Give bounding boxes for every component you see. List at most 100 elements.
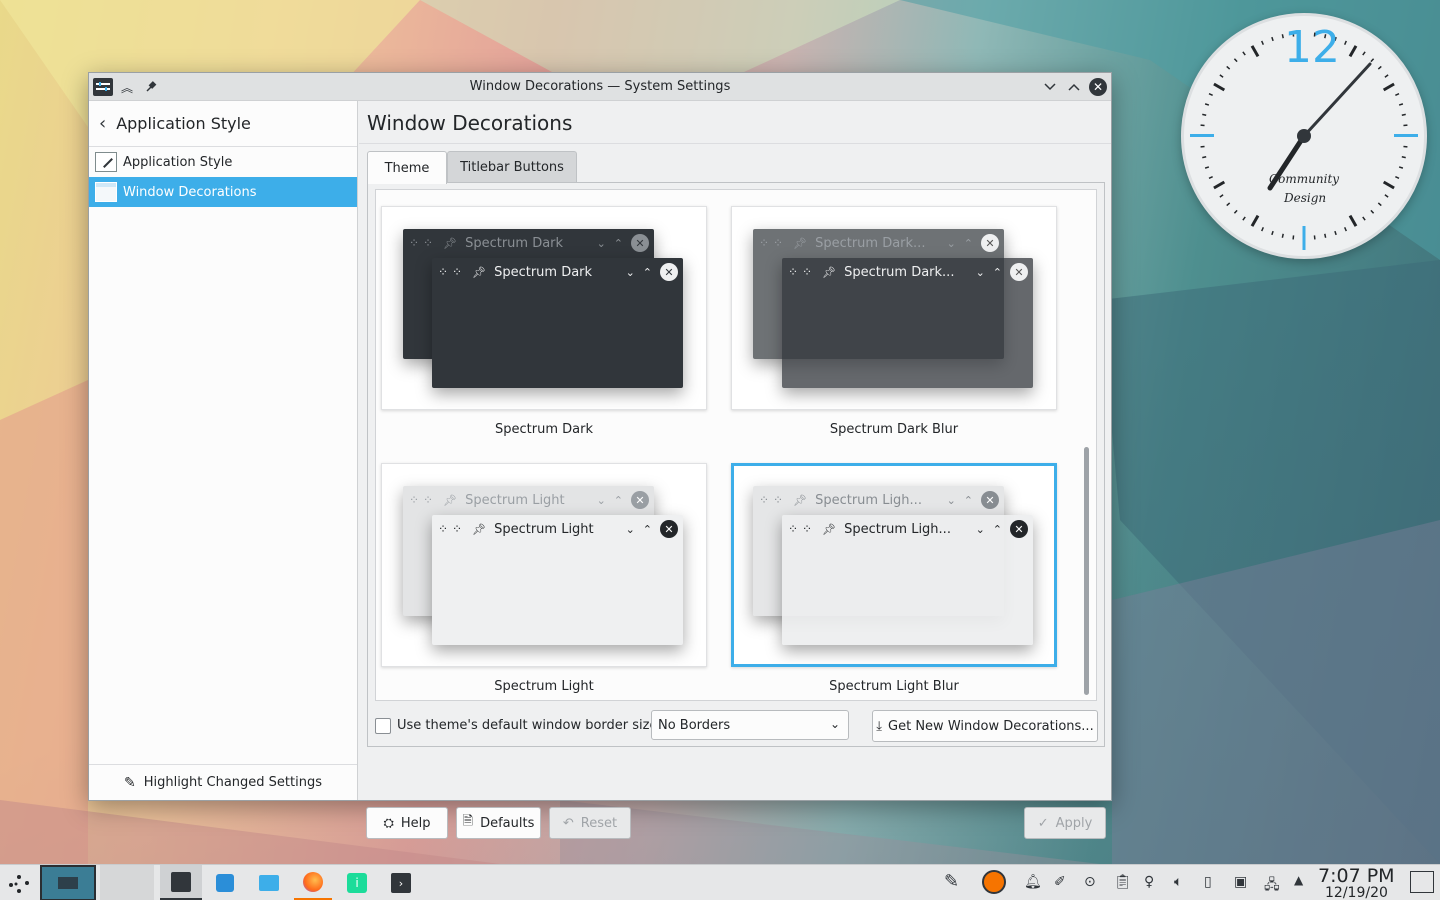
pager-desktop-2[interactable] [100,865,154,900]
sidebar-item-label: Application Style [123,154,233,170]
clock-tick [1219,194,1224,198]
theme-tab-panel: ⁘⁘ 📌︎ Spectrum Dark ⌄ ⌃ ✕ ⁘⁘ 📌︎ Spectrum Dark … [367,182,1105,747]
check-icon: ✓ [1037,815,1049,831]
theme-name: Spectrum Dark Blur [829,422,959,437]
clock-tick [1250,214,1260,227]
apply-label: Apply [1055,815,1093,831]
taskbar-system-settings[interactable] [160,865,202,900]
defaults-label: Defaults [480,815,535,831]
theme-card-spectrum-dark-blur[interactable]: ⁘⁘ 📌︎ Spectrum Dark... ⌄ ⌃ ✕ ⁘⁘ 📌︎ Spectrum Da… [731,206,1057,437]
clock-tick [1377,65,1382,70]
clock-tick [1271,36,1274,42]
maximize-button[interactable] [1064,77,1084,97]
taskbar: i › ✎ 🔔︎ ✐ ⊙ 📋︎ ♀ 🔈︎ ▯ ▣ 🖧︎ ▲ 7:07 PM 12… [0,864,1440,900]
clock-tick [1204,103,1210,106]
clock-tick [1233,209,1238,214]
analog-clock-widget[interactable]: 12 Community Design [1181,13,1427,259]
expand-tray-icon[interactable]: ▲ [1294,873,1303,887]
clock-brand-line1: Community [1269,172,1340,186]
theme-name: Spectrum Dark [495,422,593,437]
window-titlebar[interactable]: ︽ Window Decorations — System Settings ✕ [89,73,1111,101]
color-picker-icon[interactable]: ✎ [944,871,959,892]
app-launcher-icon[interactable] [4,865,34,900]
window-title: Window Decorations — System Settings [469,79,731,94]
highlighter-icon: ✎ [123,774,136,791]
preview-title: Spectrum Ligh... [815,492,922,508]
settings-sidebar: ‹ Application Style Application Style Wi… [89,101,358,800]
battery-icon[interactable]: ▯ [1204,874,1212,890]
clock-tick [1261,40,1265,45]
theme-card-spectrum-dark[interactable]: ⁘⁘ 📌︎ Spectrum Dark ⌄ ⌃ ✕ ⁘⁘ 📌︎ Spectrum Dark … [381,206,707,437]
status-orange-icon[interactable] [982,870,1006,894]
network-icon[interactable]: 🖧︎ [1264,874,1280,898]
border-options-row: Use theme's default window border size N… [375,710,1098,742]
divider [359,143,1111,144]
clock-tick [1401,113,1406,116]
clock-tick [1384,74,1389,78]
clock-tick [1382,180,1395,190]
default-border-checkbox[interactable] [375,718,391,734]
taskbar-info-center[interactable]: i [338,865,376,900]
clock-tick [1213,180,1226,190]
sidebar-item-application-style[interactable]: Application Style [89,147,357,177]
theme-card-spectrum-light[interactable]: ⁘⁘ 📌︎ Spectrum Light ⌄ ⌃ ✕ ⁘⁘ 📌︎ Spectrum Ligh… [381,463,707,694]
device-notifier-icon[interactable]: ▣ [1234,874,1247,890]
updates-icon[interactable]: ⊙ [1084,874,1096,890]
clock-tick [1370,58,1375,63]
apply-button[interactable]: ✓ Apply [1024,807,1106,839]
volume-icon[interactable]: 🔈︎ [1174,874,1182,890]
taskbar-discover[interactable] [206,865,244,900]
preview-title: Spectrum Ligh... [844,521,951,537]
taskbar-dolphin[interactable] [250,865,288,900]
defaults-button[interactable]: 🗎︎ Defaults [456,807,541,839]
clock-tick [1202,113,1207,116]
border-size-select[interactable]: No Borders ⌄ [651,710,849,740]
theme-grid-scrollbar[interactable] [1084,447,1089,695]
clock-tick [1219,74,1224,78]
clock-tick [1377,202,1382,207]
minimize-button[interactable] [1040,77,1060,97]
reset-button[interactable]: ↶ Reset [549,807,631,839]
clock-brand-line2: Design [1284,191,1327,205]
get-new-decorations-button[interactable]: ⤓ Get New Window Decorations... [872,710,1098,742]
default-border-checkbox-label[interactable]: Use theme's default window border size [397,718,657,733]
sidebar-back-header[interactable]: ‹ Application Style [89,101,357,147]
tab-theme[interactable]: Theme [367,151,447,184]
pager-desktop-1[interactable] [40,865,96,900]
taskbar-konsole[interactable]: › [382,865,420,900]
preview-title: Spectrum Dark... [815,235,926,251]
help-button[interactable]: ⛭ Help [366,807,448,839]
preview-title: Spectrum Dark... [844,264,955,280]
theme-grid: ⁘⁘ 📌︎ Spectrum Dark ⌄ ⌃ ✕ ⁘⁘ 📌︎ Spectrum Dark … [375,189,1097,701]
chevron-left-icon[interactable]: ‹ [99,113,106,134]
clock-tick [1208,93,1213,97]
clock-tick [1208,175,1213,179]
sidebar-item-window-decorations[interactable]: Window Decorations [89,177,357,207]
clock-tick [1202,156,1207,159]
clock-tick [1250,45,1260,58]
notifications-icon[interactable]: 🔔︎ [1024,874,1042,890]
clipboard-icon[interactable]: 📋︎ [1114,874,1132,890]
undo-icon: ↶ [562,815,574,831]
preview-window-front: ⁘⁘ 📌︎ Spectrum Light ⌄ ⌃ ✕ [432,515,683,645]
close-button[interactable]: ✕ [1089,78,1107,96]
page-title: Window Decorations [367,111,573,135]
theme-card-spectrum-light-blur[interactable]: ⁘⁘ 📌︎ Spectrum Ligh... ⌄ ⌃ ✕ ⁘⁘ 📌︎ Spectrum Li… [731,463,1057,694]
night-color-icon[interactable]: ♀ [1144,874,1154,890]
clock-time[interactable]: 7:07 PM [1318,865,1395,887]
kde-connect-icon[interactable]: ✐ [1054,874,1066,890]
preview-title: Spectrum Dark [465,235,564,251]
clock-tick [1382,82,1395,92]
clock-tick [1362,216,1366,221]
clock-date[interactable]: 12/19/20 [1325,885,1388,900]
highlight-changed-settings-button[interactable]: ✎ Highlight Changed Settings [89,764,357,800]
clock-tick [1226,202,1231,207]
show-desktop-icon[interactable] [1410,871,1434,893]
clock-tick [1401,156,1406,159]
preview-title: Spectrum Light [465,492,565,508]
tab-titlebar-buttons[interactable]: Titlebar Buttons [447,151,577,183]
preview-title: Spectrum Light [494,521,594,537]
clock-tick [1334,230,1337,236]
theme-preview: ⁘⁘ 📌︎ Spectrum Dark ⌄ ⌃ ✕ ⁘⁘ 📌︎ Spectrum Dark … [381,206,707,410]
taskbar-firefox[interactable] [294,865,332,900]
